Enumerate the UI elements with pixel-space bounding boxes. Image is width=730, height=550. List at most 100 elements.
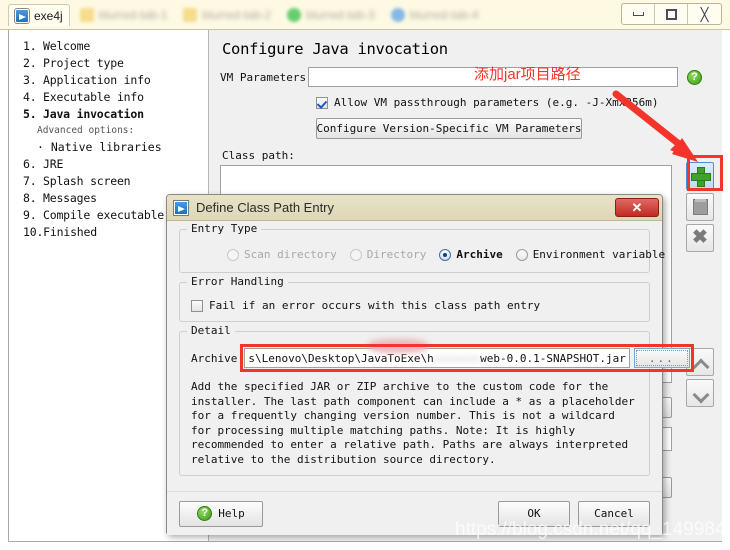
radio-icon <box>227 248 239 261</box>
sidebar-item-welcome[interactable]: 1. Welcome <box>23 38 208 55</box>
step-number: 1. <box>23 39 37 53</box>
archive-path-row: Archive s\Lenovo\Desktop\JavaToExe\h xxxx… <box>180 332 694 372</box>
vm-parameters-input[interactable] <box>308 67 678 87</box>
sidebar-item-project-type[interactable]: 2. Project type <box>23 55 208 72</box>
allow-passthrough-checkbox[interactable] <box>316 96 328 109</box>
radio-label: Directory <box>366 248 427 261</box>
configure-version-specific-vm-parameters-button[interactable]: Configure Version-Specific VM Parameters <box>316 118 582 139</box>
sidebar-item-application-info[interactable]: 3. Application info <box>23 72 208 89</box>
archive-browse-button[interactable]: ... <box>633 348 690 368</box>
help-icon: ? <box>197 506 213 521</box>
help-icon[interactable]: ? <box>687 69 702 85</box>
tab-label: blurred-tab-3 <box>306 8 375 22</box>
dialog-title: Define Class Path Entry <box>196 200 335 215</box>
plus-icon <box>691 167 711 187</box>
sidebar-item-label: JRE <box>43 157 64 171</box>
sidebar-item-jre[interactable]: 6. JRE <box>23 156 208 173</box>
archive-path-censored: xxxxxxx <box>433 351 481 365</box>
sidebar-item-java-invocation[interactable]: 5. Java invocation <box>23 106 208 123</box>
radio-icon <box>349 248 362 261</box>
archive-path-prefix: s\Lenovo\Desktop\JavaToExe\h <box>248 351 434 365</box>
sidebar-item-label: Application info <box>43 73 151 87</box>
tab-label: blurred-tab-4 <box>409 8 479 22</box>
entry-type-group-title: Entry Type <box>187 222 262 235</box>
screenshot-root: exe4j blurred-tab-1 blurred-tab-2 blurre… <box>0 0 730 550</box>
radio-scan-directory[interactable]: Scan directory <box>227 248 337 261</box>
folder-icon <box>183 8 198 22</box>
chevron-up-icon <box>693 358 708 367</box>
tab-label: exe4j <box>34 8 63 23</box>
dialog-cancel-button[interactable]: Cancel <box>578 500 650 527</box>
close-button[interactable]: ╳ <box>688 4 721 24</box>
step-number: 5. <box>23 107 37 121</box>
archive-label: Archive <box>191 351 238 365</box>
sidebar-item-label: Welcome <box>43 39 91 53</box>
step-number: 10. <box>23 225 44 239</box>
radio-archive[interactable]: Archive <box>439 248 503 261</box>
edit-classpath-entry-button[interactable] <box>686 193 714 221</box>
add-classpath-entry-button[interactable] <box>686 162 714 190</box>
error-handling-group: Error Handling Fail if an error occurs w… <box>179 275 650 322</box>
radio-directory[interactable]: Directory <box>349 248 427 261</box>
browser-tab-bar: exe4j blurred-tab-1 blurred-tab-2 blurre… <box>0 0 730 30</box>
tab-blurred-3[interactable]: blurred-tab-3 <box>281 4 381 26</box>
radio-icon <box>515 248 528 261</box>
classpath-reorder-toolbar <box>686 348 714 407</box>
sidebar-item-executable-info[interactable]: 4. Executable info <box>23 89 208 106</box>
vm-parameters-row: VM Parameters: ? <box>220 67 712 87</box>
blue-circle-icon <box>390 8 405 22</box>
step-number: 3. <box>23 73 37 87</box>
archive-path-input[interactable]: s\Lenovo\Desktop\JavaToExe\h xxxxxxx web-0… <box>244 348 630 368</box>
help-button-label: Help <box>218 507 245 520</box>
copy-icon <box>692 199 708 215</box>
remove-classpath-entry-button[interactable]: ✖ <box>686 224 714 252</box>
sidebar-item-native-libraries[interactable]: · Native libraries <box>23 139 208 156</box>
sidebar-item-label: Native libraries <box>50 140 162 154</box>
green-circle-icon <box>287 8 302 22</box>
sidebar-item-label: Compile executable <box>43 208 165 222</box>
configure-version-row: Configure Version-Specific VM Parameters <box>316 118 712 139</box>
minimize-button[interactable] <box>622 4 655 24</box>
dialog-title-bar: Define Class Path Entry ✕ <box>167 195 662 221</box>
radio-label: Scan directory <box>244 248 337 261</box>
chevron-down-icon <box>693 389 708 398</box>
dialog-action-buttons: OK Cancel <box>498 500 650 527</box>
move-up-button[interactable] <box>686 348 714 376</box>
archive-input-wrapper: s\Lenovo\Desktop\JavaToExe\h xxxxxxx web-0… <box>240 339 694 372</box>
radio-label: Archive <box>456 248 503 261</box>
maximize-button[interactable] <box>655 4 688 24</box>
error-handling-group-title: Error Handling <box>187 275 288 288</box>
advanced-options-header: Advanced options: <box>37 125 135 136</box>
class-path-label: Class path: <box>222 149 295 162</box>
dialog-close-button[interactable]: ✕ <box>615 198 659 217</box>
tab-strip: exe4j blurred-tab-1 blurred-tab-2 blurre… <box>8 3 485 27</box>
tab-blurred-4[interactable]: blurred-tab-4 <box>385 4 485 26</box>
allow-passthrough-label: Allow VM passthrough parameters (e.g. -J… <box>334 96 659 109</box>
vm-parameters-label: VM Parameters: <box>220 70 313 84</box>
tab-blurred-2[interactable]: blurred-tab-2 <box>177 4 277 26</box>
dialog-footer: ? Help OK Cancel <box>167 491 662 535</box>
step-number: 9. <box>23 208 37 222</box>
sidebar-item-splash-screen[interactable]: 7. Splash screen <box>23 173 208 190</box>
dialog-help-button[interactable]: ? Help <box>179 500 263 527</box>
detail-description-wrapper: Add the specified JAR or ZIP archive to … <box>180 368 649 468</box>
fail-on-error-checkbox[interactable] <box>191 299 203 312</box>
radio-label: Environment variable <box>532 248 666 261</box>
x-icon: ✖ <box>692 227 708 248</box>
dialog-ok-button[interactable]: OK <box>498 500 570 527</box>
close-icon: ╳ <box>700 6 709 22</box>
exe4j-icon <box>14 7 30 24</box>
allow-passthrough-row[interactable]: Allow VM passthrough parameters (e.g. -J… <box>316 96 712 109</box>
move-down-button[interactable] <box>686 379 714 407</box>
tab-label: blurred-tab-2 <box>202 8 272 22</box>
folder-icon <box>79 8 94 22</box>
page-title: Configure Java invocation <box>222 40 448 58</box>
radio-environment-variable[interactable]: Environment variable <box>515 248 666 261</box>
step-number: 8. <box>23 191 37 205</box>
tab-blurred-1[interactable]: blurred-tab-1 <box>74 4 174 26</box>
tab-label: blurred-tab-1 <box>98 8 168 22</box>
tab-exe4j[interactable]: exe4j <box>8 4 70 26</box>
detail-group: Detail Archive s\Lenovo\Desktop\JavaToEx… <box>179 324 694 476</box>
entry-type-group: Entry Type Scan directory Directory Arch… <box>179 222 665 273</box>
sidebar-item-label: Java invocation <box>43 107 144 121</box>
